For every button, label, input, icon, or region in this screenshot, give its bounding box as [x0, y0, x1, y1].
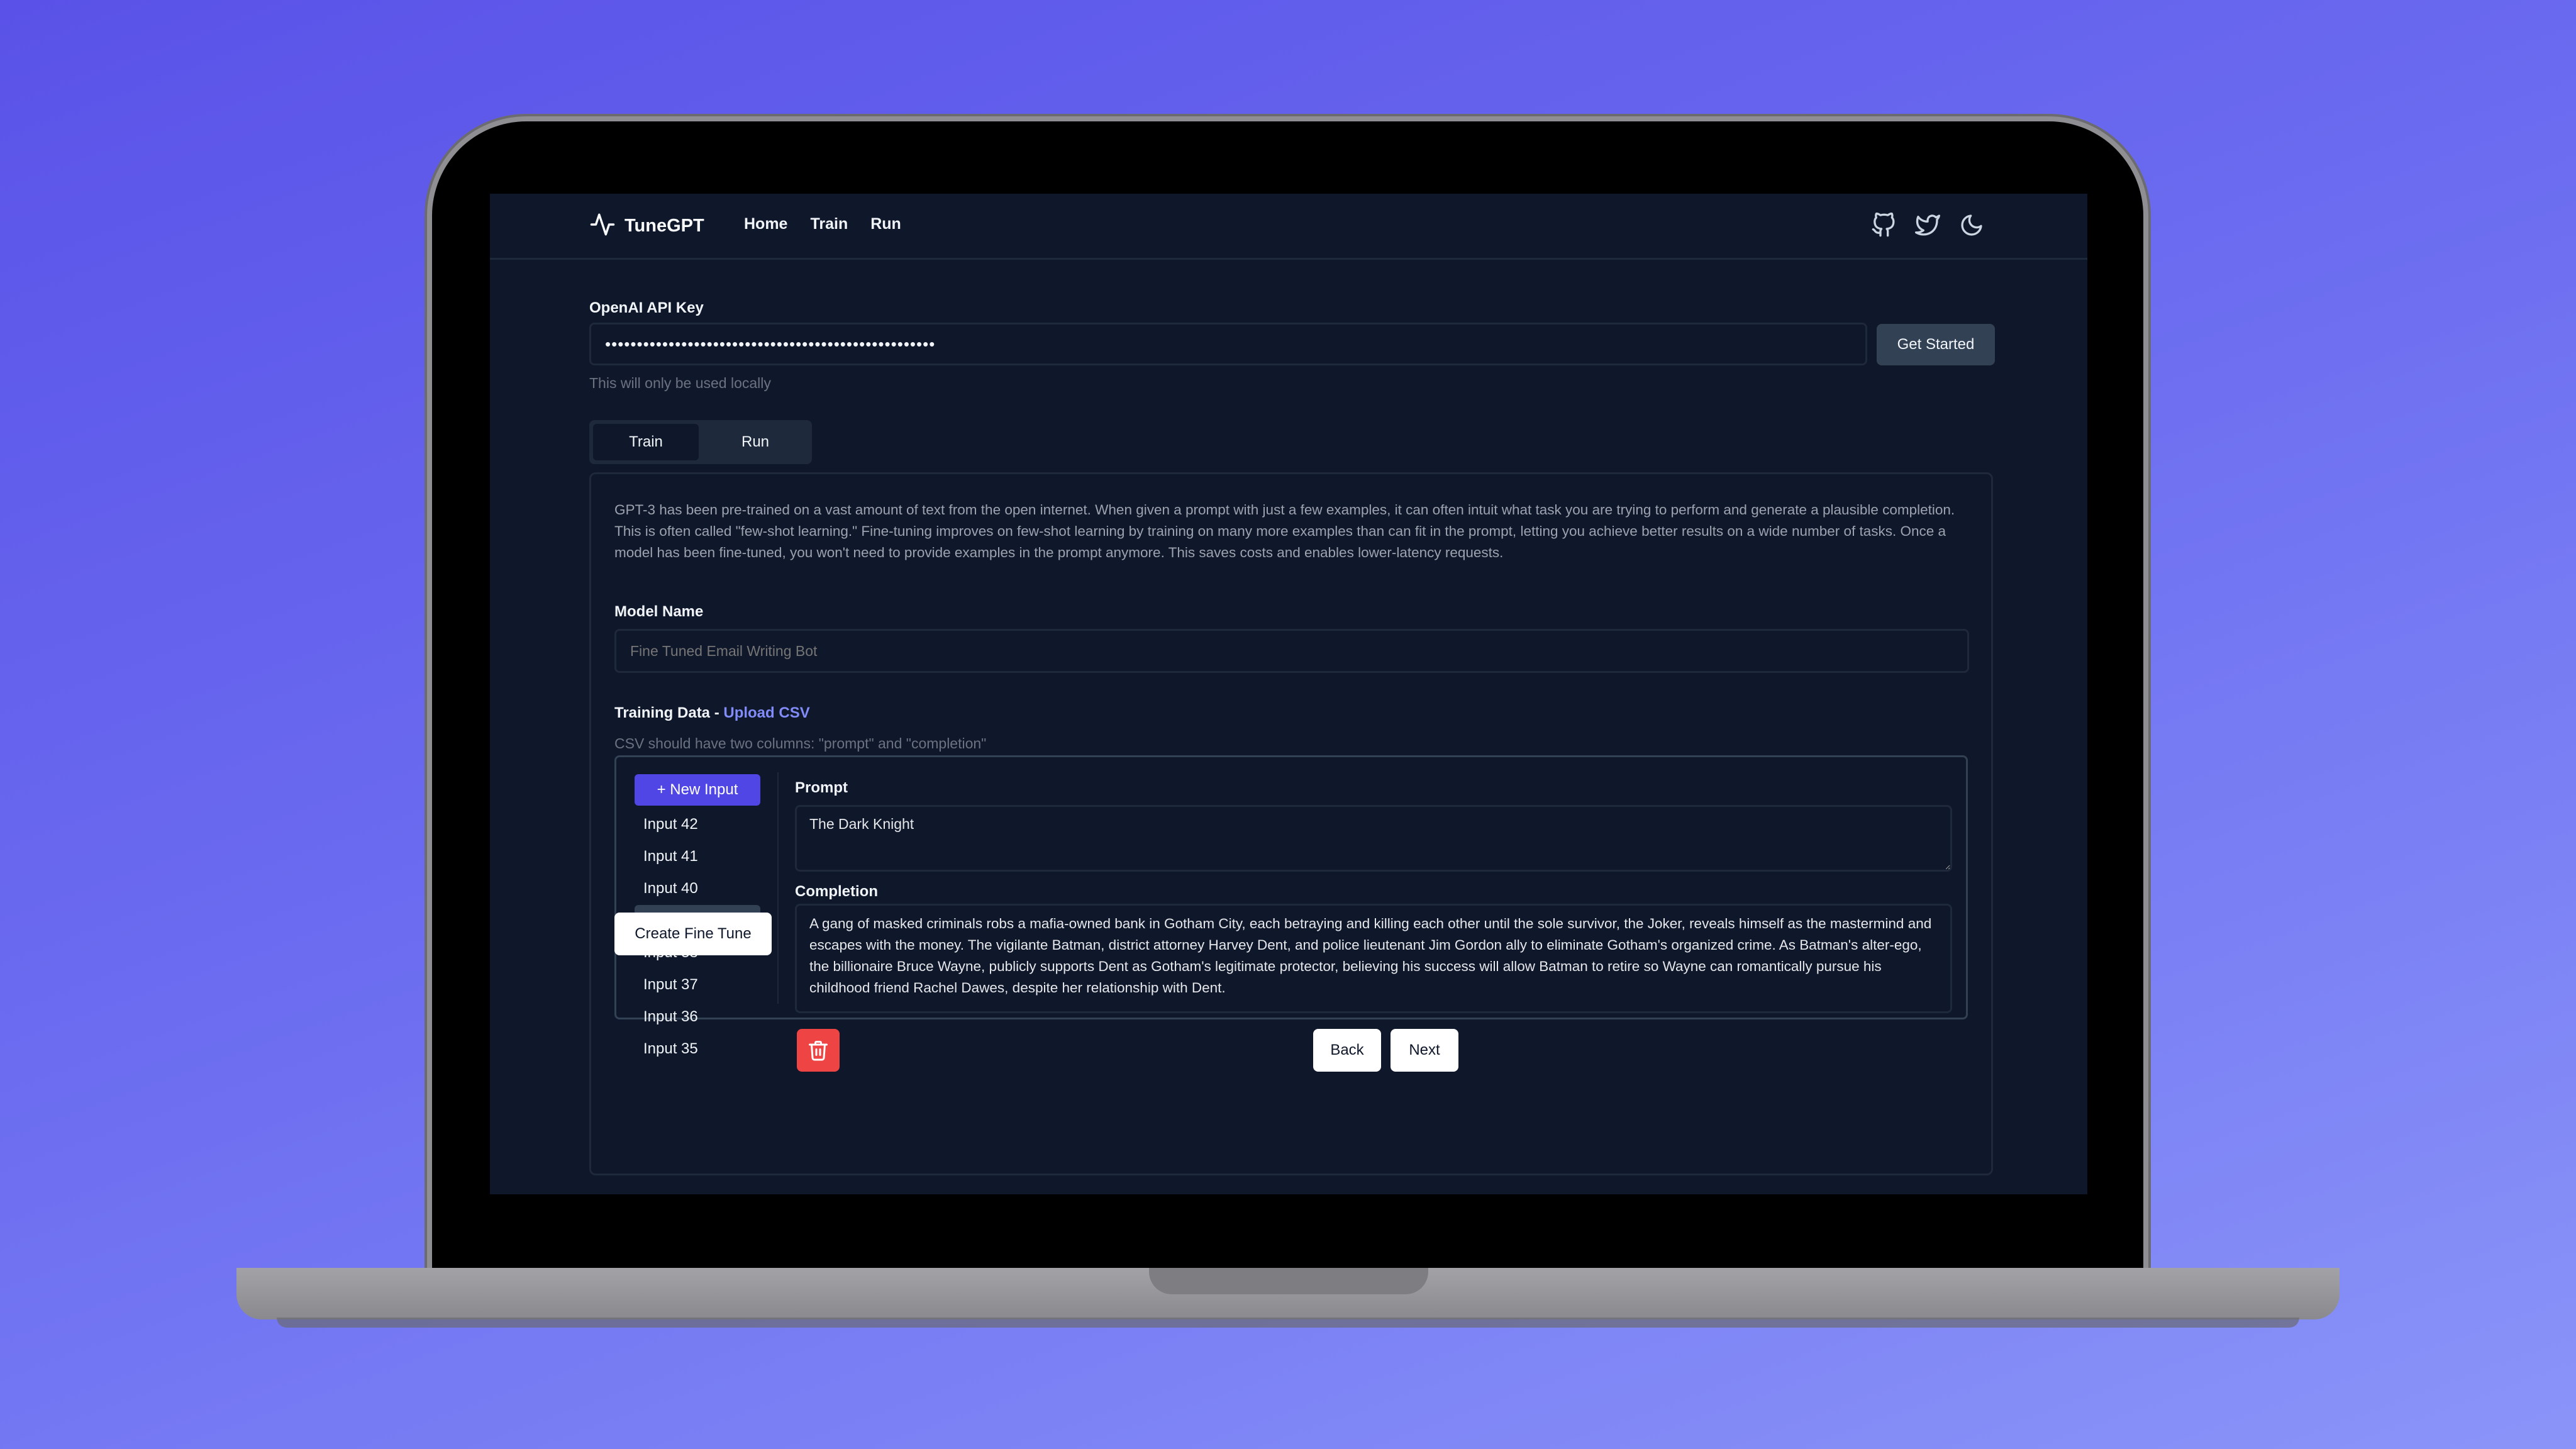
list-item[interactable]: Input 42: [635, 809, 760, 840]
completion-textarea[interactable]: A gang of masked criminals robs a mafia-…: [795, 904, 1952, 1013]
top-navbar: TuneGPT Home Train Run: [490, 194, 2087, 260]
list-item[interactable]: Input 35: [635, 1033, 760, 1065]
nav-link-train[interactable]: Train: [810, 215, 848, 233]
model-name-input[interactable]: [614, 629, 1969, 673]
mode-tabs: Train Run: [589, 420, 812, 464]
create-fine-tune-button[interactable]: Create Fine Tune: [614, 913, 772, 955]
tab-train[interactable]: Train: [593, 424, 699, 460]
list-item[interactable]: Input 41: [635, 841, 760, 872]
prompt-textarea[interactable]: The Dark Knight: [795, 805, 1952, 872]
list-item[interactable]: Input 40: [635, 873, 760, 904]
api-key-input[interactable]: [589, 323, 1867, 365]
api-key-label: OpenAI API Key: [589, 299, 704, 316]
nav-links: Home Train Run: [744, 215, 901, 233]
trash-icon: [807, 1039, 830, 1062]
get-started-button[interactable]: Get Started: [1877, 324, 1995, 365]
laptop-notch: [1149, 1268, 1428, 1294]
model-name-label: Model Name: [614, 603, 704, 620]
list-item[interactable]: Input 37: [635, 969, 760, 1001]
twitter-icon[interactable]: [1915, 213, 1940, 238]
training-data-editor: + New Input Input 42 Input 41 Input 40 I…: [614, 755, 1968, 1057]
app-screen: TuneGPT Home Train Run OpenAI API Key Ge…: [490, 194, 2087, 1194]
nav-icons: [1871, 212, 1984, 238]
logo[interactable]: TuneGPT: [589, 211, 704, 241]
csv-hint: CSV should have two columns: "prompt" an…: [614, 735, 987, 752]
api-key-hint: This will only be used locally: [589, 375, 771, 391]
upload-csv-link[interactable]: Upload CSV: [723, 704, 809, 721]
fine-tuning-description: GPT-3 has been pre-trained on a vast amo…: [614, 502, 1955, 560]
next-button[interactable]: Next: [1391, 1029, 1458, 1072]
list-divider: [777, 772, 779, 1004]
activity-icon: [589, 211, 616, 241]
tab-run[interactable]: Run: [702, 424, 808, 460]
new-input-button[interactable]: + New Input: [635, 774, 760, 806]
github-icon[interactable]: [1871, 212, 1896, 238]
app-name: TuneGPT: [625, 216, 704, 236]
prompt-label: Prompt: [795, 779, 848, 796]
laptop-base-shadow: [277, 1318, 2299, 1328]
training-data-label: Training Data - Upload CSV: [614, 704, 810, 722]
training-data-text: Training Data -: [614, 704, 724, 721]
nav-link-run[interactable]: Run: [870, 215, 901, 233]
list-item[interactable]: Input 36: [635, 1001, 760, 1033]
delete-button[interactable]: [797, 1029, 840, 1072]
moon-icon[interactable]: [1959, 213, 1984, 238]
back-button[interactable]: Back: [1313, 1029, 1381, 1072]
nav-link-home[interactable]: Home: [744, 215, 787, 233]
completion-label: Completion: [795, 883, 878, 900]
